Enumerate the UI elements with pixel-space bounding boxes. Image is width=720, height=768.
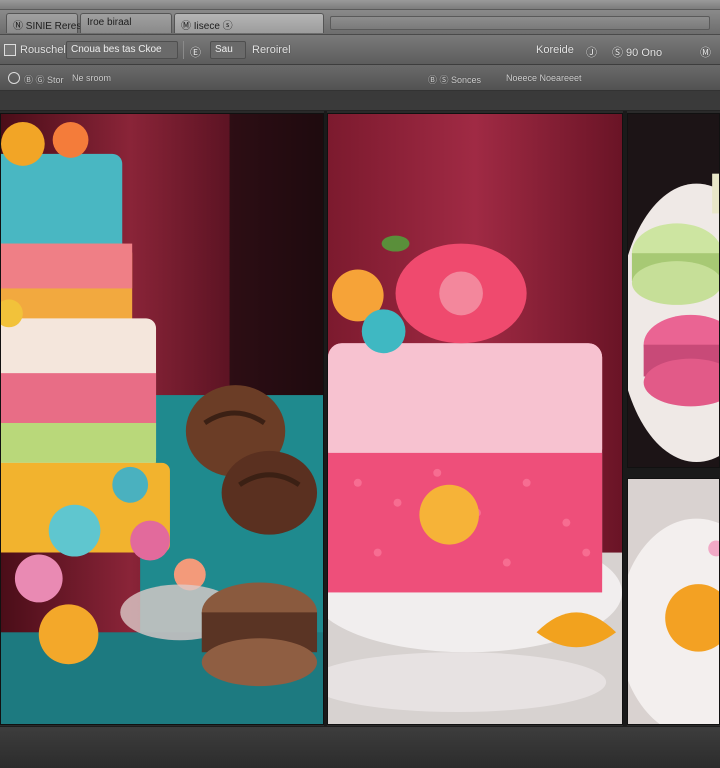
tiered-cake-image — [1, 114, 323, 724]
toolbar-menu-3[interactable]: Sau — [210, 41, 246, 59]
toolbar-right-label-1[interactable]: Koreide — [536, 44, 574, 56]
toolbar-right-label-2[interactable]: Ⓙ — [586, 44, 597, 60]
options-left-1[interactable]: Ⓑ Ⓖ Stor — [24, 73, 64, 86]
options-mid-1[interactable]: Ⓑ Ⓢ Sonces — [428, 73, 481, 86]
menu-icon[interactable] — [4, 44, 16, 56]
toolbar-divider — [183, 41, 184, 59]
tab-1-label: Ⓝ SINIE Rereste — [13, 21, 90, 32]
toolbar-menu-1[interactable]: Cnoua bes tas Ckoe — [66, 41, 178, 59]
toolbar-menu-4[interactable]: Reroirel — [252, 44, 291, 56]
settings-icon[interactable] — [8, 72, 20, 84]
options-left-2[interactable]: Ne sroom — [72, 73, 111, 83]
tab-3[interactable]: Ⓜ Iisece ⓢ — [174, 13, 324, 33]
status-bar — [0, 726, 720, 768]
toolbar-right-label-3[interactable]: Ⓢ 90 Ono — [612, 44, 662, 60]
main-toolbar: Rouschel Cnoua bes tas Ckoe Ⓔ Sau Reroir… — [0, 35, 720, 65]
tab-3-label: Ⓜ Iisece ⓢ — [181, 21, 233, 32]
tab-strip-filler — [330, 16, 710, 30]
tab-1[interactable]: Ⓝ SINIE Rereste — [6, 13, 90, 33]
macarons-photo[interactable] — [627, 113, 720, 468]
options-bar: Ⓑ Ⓖ Stor Ne sroom Ⓑ Ⓢ Sonces Noeece Noea… — [0, 65, 720, 91]
tab-2[interactable]: Iroe biraal — [80, 13, 172, 33]
toolbar-menu-1-label: Cnoua bes tas Ckoe — [71, 44, 162, 55]
options-mid-2[interactable]: Noeece Noeareeet — [506, 73, 582, 83]
macarons-image — [628, 114, 719, 467]
canvas-ruler — [0, 91, 720, 111]
toolbar-left-label[interactable]: Rouschel — [20, 44, 66, 56]
toolbar-menu-2[interactable]: Ⓔ — [190, 44, 201, 60]
panel-divider — [627, 468, 720, 478]
title-bar — [0, 0, 720, 10]
tab-2-label: Iroe biraal — [87, 17, 132, 28]
plate-photo[interactable] — [627, 478, 720, 725]
plate-image — [628, 479, 719, 724]
pink-cake-image — [328, 114, 622, 724]
tab-strip: Ⓝ SINIE Rereste Iroe biraal Ⓜ Iisece ⓢ — [0, 10, 720, 35]
pink-cake-photo[interactable] — [327, 113, 623, 725]
toolbar-menu-3-label: Sau — [215, 44, 233, 55]
tiered-cake-photo[interactable] — [0, 113, 324, 725]
toolbar-right-label-4[interactable]: Ⓜ — [700, 44, 711, 60]
